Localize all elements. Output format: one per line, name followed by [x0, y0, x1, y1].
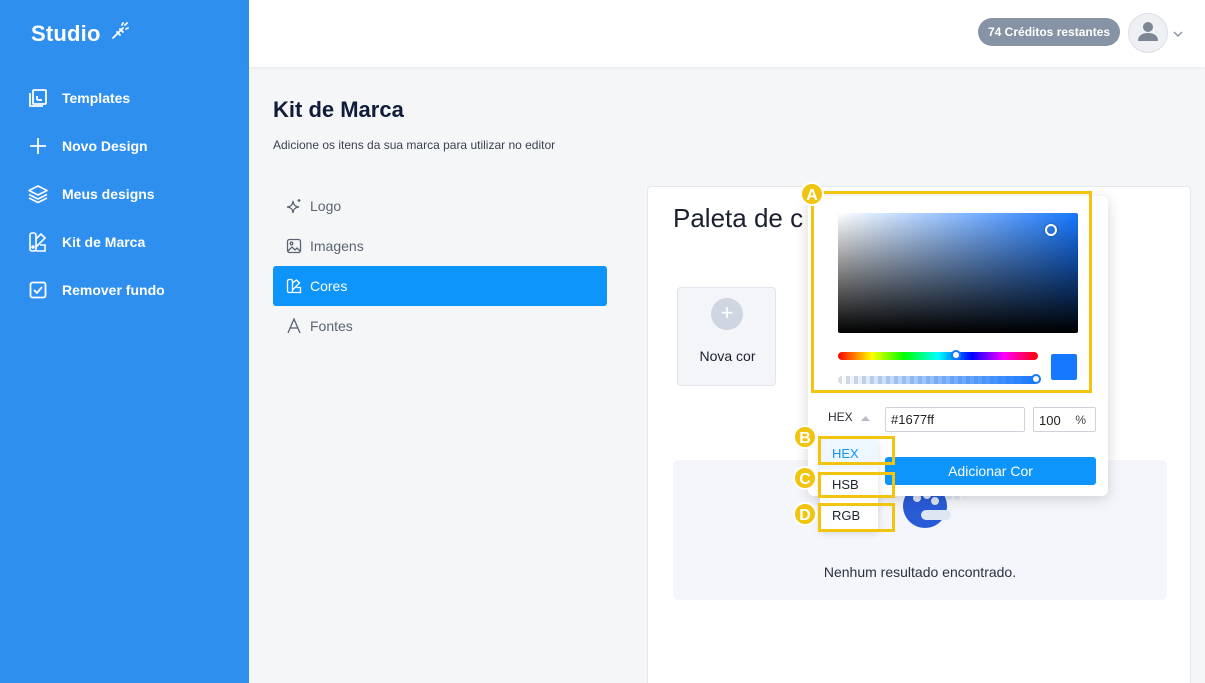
brand-logo[interactable]: Studio: [31, 20, 131, 47]
format-select[interactable]: HEX: [828, 410, 870, 424]
tab-imagens[interactable]: Imagens: [273, 226, 607, 266]
annotation-badge-c: C: [793, 466, 817, 490]
sidebar-item-remover-fundo[interactable]: Remover fundo: [0, 266, 249, 314]
page-title: Kit de Marca: [273, 97, 404, 122]
annotation-badge-d: D: [793, 502, 817, 526]
annotation-box-b: [818, 436, 895, 465]
tab-logo[interactable]: Logo: [273, 186, 607, 226]
brand-kit-nav: Logo Imagens Cores Fontes: [273, 186, 607, 346]
page-subtitle: Adicione os itens da sua marca para util…: [273, 138, 556, 152]
new-color-label: Nova cor: [699, 348, 756, 364]
top-bar: 74 Créditos restantes: [249, 0, 1205, 67]
popover-arrow: [799, 339, 808, 355]
brand-kit-icon: [27, 231, 49, 253]
layers-icon: [27, 183, 49, 205]
annotation-box-c: [818, 472, 895, 498]
magic-wand-icon: [109, 20, 131, 47]
annotation-badge-a: A: [800, 182, 824, 206]
alpha-value: 100: [1039, 413, 1061, 428]
sidebar-item-label: Kit de Marca: [62, 234, 146, 250]
sparkle-icon: [286, 198, 302, 214]
chevron-down-icon[interactable]: [1173, 25, 1183, 43]
sidebar-item-templates[interactable]: Templates: [0, 74, 249, 122]
checkbox-icon: [27, 279, 49, 301]
hex-input[interactable]: [885, 407, 1025, 432]
alpha-input[interactable]: 100 %: [1033, 407, 1096, 432]
sidebar-item-kit-de-marca[interactable]: Kit de Marca: [0, 218, 249, 266]
tab-label: Fontes: [310, 318, 353, 334]
add-color-button[interactable]: Adicionar Cor: [885, 457, 1096, 485]
credits-badge[interactable]: 74 Créditos restantes: [978, 18, 1121, 46]
annotation-box-a: [811, 191, 1092, 393]
sidebar-item-label: Remover fundo: [62, 282, 165, 298]
caret-up-icon: [860, 410, 870, 424]
annotation-badge-b: B: [793, 425, 817, 449]
tab-fontes[interactable]: Fontes: [273, 306, 607, 346]
tab-label: Imagens: [310, 238, 364, 254]
image-icon: [286, 238, 302, 254]
plus-icon: +: [711, 298, 743, 330]
format-select-value: HEX: [828, 410, 853, 424]
font-icon: [286, 318, 302, 334]
sidebar-item-novo-design[interactable]: Novo Design: [0, 122, 249, 170]
sidebar: Studio Templates Novo Design Meus design…: [0, 0, 249, 683]
new-color-card[interactable]: + Nova cor: [677, 287, 776, 386]
alpha-unit: %: [1075, 413, 1086, 427]
sidebar-nav: Templates Novo Design Meus designs Kit d…: [0, 74, 249, 314]
user-icon: [1137, 20, 1159, 47]
sidebar-item-label: Meus designs: [62, 186, 155, 202]
templates-icon: [27, 87, 49, 109]
brand-name: Studio: [31, 20, 101, 46]
panel-title: Paleta de c: [673, 203, 804, 233]
avatar[interactable]: [1128, 13, 1168, 53]
sidebar-item-label: Templates: [62, 90, 131, 106]
plus-icon: [27, 135, 49, 157]
sidebar-item-meus-designs[interactable]: Meus designs: [0, 170, 249, 218]
tab-label: Logo: [310, 198, 342, 214]
empty-message: Nenhum resultado encontrado.: [823, 564, 1017, 580]
tab-cores[interactable]: Cores: [273, 266, 607, 306]
palette-icon: [286, 278, 302, 294]
tab-label: Cores: [310, 278, 348, 294]
annotation-box-d: [818, 503, 895, 532]
sidebar-item-label: Novo Design: [62, 138, 148, 154]
